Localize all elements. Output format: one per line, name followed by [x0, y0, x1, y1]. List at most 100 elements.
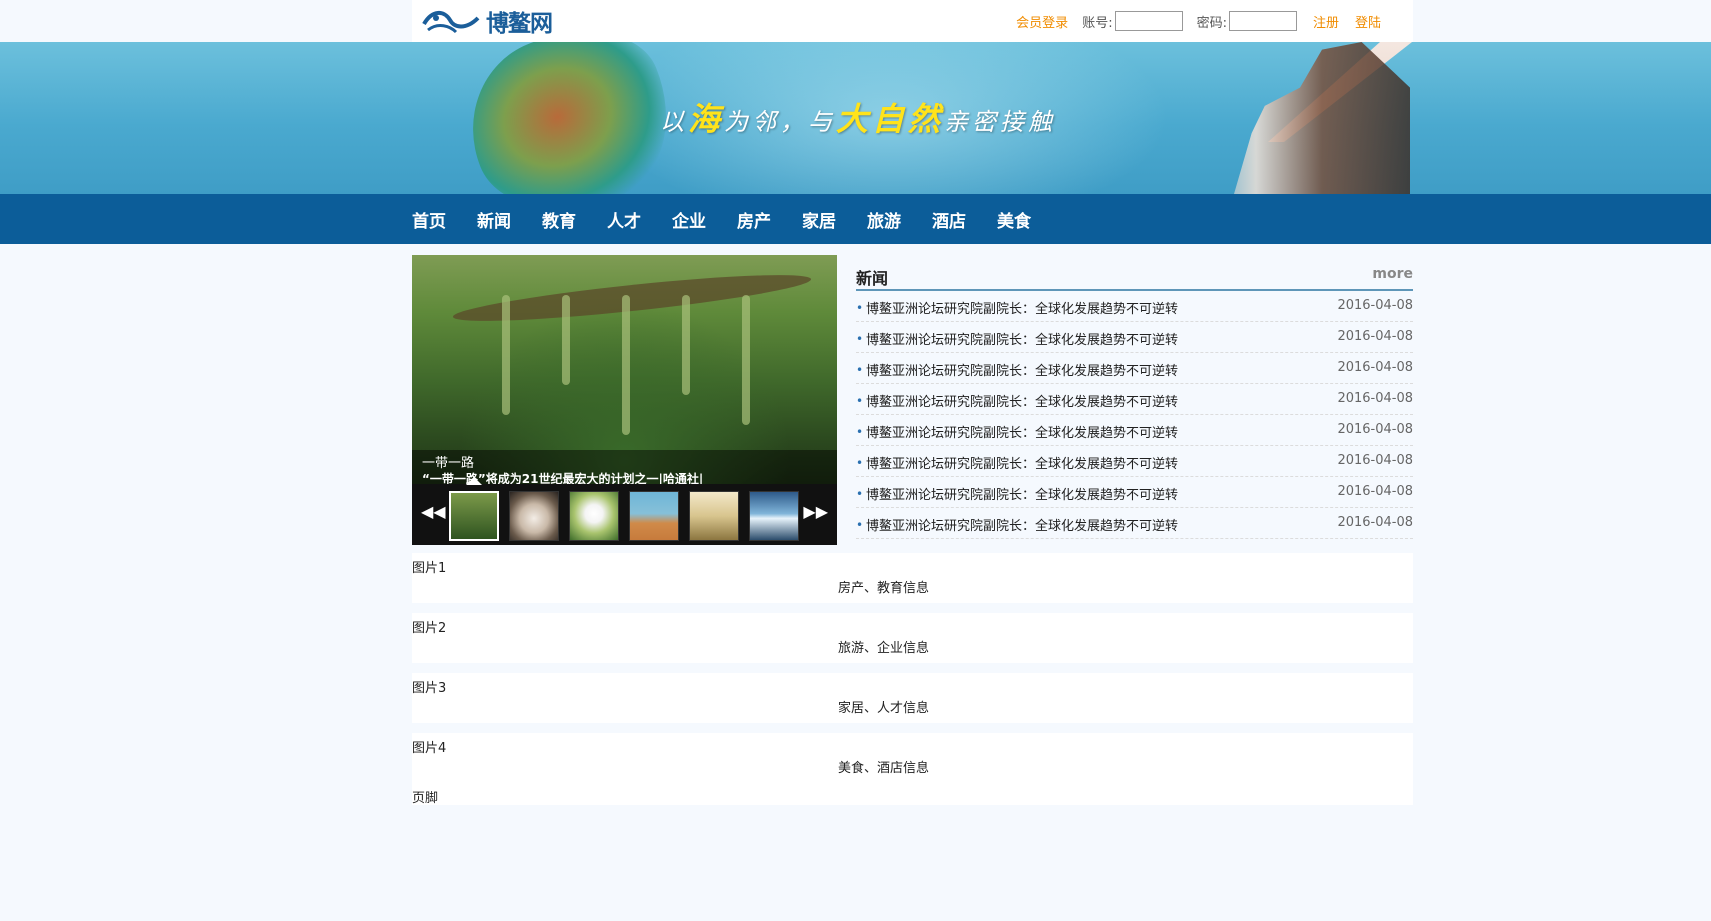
account-label: 账号: [1082, 15, 1113, 31]
news-more-link[interactable]: more [1372, 266, 1413, 282]
active-thumb-pointer [466, 477, 482, 485]
thumbnail-forest[interactable] [449, 491, 499, 541]
footer-text: 页脚 [412, 791, 439, 806]
news-header: 新闻 more [856, 255, 1413, 291]
register-link[interactable]: 注册 [1313, 12, 1339, 31]
slide-moss-shape [742, 295, 750, 425]
news-item[interactable]: • 博鳌亚洲论坛研究院副院长：全球化发展趋势不可逆转 2016-04-08 [856, 415, 1413, 446]
bullet-icon: • [856, 394, 864, 408]
nav-item-travel[interactable]: 旅游 [867, 207, 901, 232]
slogan-highlight-1: 海 [688, 100, 725, 138]
header: 博鳌网 会员登录 账号: 密码: 注册 登陆 [412, 0, 1413, 42]
news-item-title[interactable]: 博鳌亚洲论坛研究院副院长：全球化发展趋势不可逆转 [866, 453, 1178, 472]
slide-moss-shape [562, 295, 570, 385]
news-panel: 新闻 more • 博鳌亚洲论坛研究院副院长：全球化发展趋势不可逆转 2016-04… [856, 255, 1413, 539]
wave-logo-icon [422, 11, 480, 34]
news-item-title[interactable]: 博鳌亚洲论坛研究院副院长：全球化发展趋势不可逆转 [866, 298, 1178, 317]
slogan-highlight-2: 大自然 [836, 100, 945, 138]
news-item[interactable]: • 博鳌亚洲论坛研究院副院长：全球化发展趋势不可逆转 2016-04-08 [856, 446, 1413, 477]
info-label[interactable]: 美食、酒店信息 [838, 757, 929, 776]
login-link[interactable]: 登陆 [1355, 12, 1381, 31]
slider-prev-icon[interactable]: ◀◀ [421, 502, 446, 521]
slider-next-icon[interactable]: ▶▶ [803, 502, 828, 521]
info-block: 图片1 房产、教育信息 [412, 553, 1413, 603]
bullet-icon: • [856, 363, 864, 377]
nav-item-news[interactable]: 新闻 [477, 207, 511, 232]
image-placeholder: 图片4 [412, 741, 447, 756]
news-item-date: 2016-04-08 [1337, 298, 1413, 313]
nav-item-home[interactable]: 首页 [412, 207, 446, 232]
thumbnail-strip [449, 491, 809, 541]
nav-item-talent[interactable]: 人才 [607, 207, 641, 232]
news-item-date: 2016-04-08 [1337, 329, 1413, 344]
password-input[interactable] [1228, 11, 1297, 31]
news-item[interactable]: • 博鳌亚洲论坛研究院副院长：全球化发展趋势不可逆转 2016-04-08 [856, 353, 1413, 384]
nav-item-real-estate[interactable]: 房产 [737, 207, 771, 232]
news-item-date: 2016-04-08 [1337, 515, 1413, 530]
news-item-date: 2016-04-08 [1337, 453, 1413, 468]
hero-banner: 以海为邻，与大自然亲密接触 [0, 42, 1711, 194]
password-label: 密码: [1196, 15, 1227, 31]
slogan-part-1: 以 [660, 108, 688, 136]
site-logo[interactable]: 博鳌网 [422, 2, 553, 40]
nav-item-food[interactable]: 美食 [997, 207, 1031, 232]
news-item[interactable]: • 博鳌亚洲论坛研究院副院长：全球化发展趋势不可逆转 2016-04-08 [856, 477, 1413, 508]
banner-slogan: 以海为邻，与大自然亲密接触 [660, 94, 1056, 140]
news-item-date: 2016-04-08 [1337, 360, 1413, 375]
news-item-title[interactable]: 博鳌亚洲论坛研究院副院长：全球化发展趋势不可逆转 [866, 422, 1178, 441]
info-block: 图片2 旅游、企业信息 [412, 613, 1413, 663]
slide-moss-shape [622, 295, 630, 435]
slide-caption-title: 一带一路 [422, 456, 475, 471]
news-item-title[interactable]: 博鳌亚洲论坛研究院副院长：全球化发展趋势不可逆转 [866, 360, 1178, 379]
thumbnail-flower[interactable] [569, 491, 619, 541]
news-item[interactable]: • 博鳌亚洲论坛研究院副院长：全球化发展趋势不可逆转 2016-04-08 [856, 291, 1413, 322]
slogan-part-3: 亲密接触 [944, 108, 1057, 136]
slider-thumbnail-bar: ◀◀ ▶▶ [412, 477, 837, 545]
info-block: 图片3 家居、人才信息 [412, 673, 1413, 723]
banner-woman-graphic [1234, 42, 1410, 194]
bullet-icon: • [856, 456, 864, 470]
news-title: 新闻 [856, 269, 889, 288]
image-placeholder: 图片2 [412, 621, 447, 636]
news-item-title[interactable]: 博鳌亚洲论坛研究院副院长：全球化发展趋势不可逆转 [866, 329, 1178, 348]
logo-text: 博鳌网 [486, 11, 553, 37]
news-item-date: 2016-04-08 [1337, 484, 1413, 499]
news-item[interactable]: • 博鳌亚洲论坛研究院副院长：全球化发展趋势不可逆转 2016-04-08 [856, 384, 1413, 415]
main-nav: 首页 新闻 教育 人才 企业 房产 家居 旅游 酒店 美食 [0, 194, 1711, 244]
slide-moss-shape [502, 295, 510, 415]
bullet-icon: • [856, 425, 864, 439]
news-item[interactable]: • 博鳌亚洲论坛研究院副院长：全球化发展趋势不可逆转 2016-04-08 [856, 322, 1413, 353]
bullet-icon: • [856, 301, 864, 315]
nav-item-home-living[interactable]: 家居 [802, 207, 836, 232]
nav-item-hotel[interactable]: 酒店 [932, 207, 966, 232]
footer: 页脚 [412, 783, 1413, 806]
news-item-title[interactable]: 博鳌亚洲论坛研究院副院长：全球化发展趋势不可逆转 [866, 391, 1178, 410]
news-item-date: 2016-04-08 [1337, 391, 1413, 406]
info-block: 图片4 美食、酒店信息 [412, 733, 1413, 783]
news-item-title[interactable]: 博鳌亚洲论坛研究院副院长：全球化发展趋势不可逆转 [866, 515, 1178, 534]
slogan-part-2: 为邻，与 [724, 108, 837, 136]
nav-item-enterprise[interactable]: 企业 [672, 207, 706, 232]
info-label[interactable]: 房产、教育信息 [838, 577, 929, 596]
news-list: • 博鳌亚洲论坛研究院副院长：全球化发展趋势不可逆转 2016-04-08 • 博鳌亚… [856, 291, 1413, 539]
info-label[interactable]: 旅游、企业信息 [838, 637, 929, 656]
thumbnail-waterfall[interactable] [749, 491, 799, 541]
top-bar: 博鳌网 会员登录 账号: 密码: 注册 登陆 [412, 0, 1413, 42]
login-form: 会员登录 账号: 密码: 注册 登陆 [1016, 0, 1381, 42]
info-label[interactable]: 家居、人才信息 [838, 697, 929, 716]
image-placeholder: 图片3 [412, 681, 447, 696]
news-item-title[interactable]: 博鳌亚洲论坛研究院副院长：全球化发展趋势不可逆转 [866, 484, 1178, 503]
nav-item-education[interactable]: 教育 [542, 207, 576, 232]
image-slider[interactable]: 一带一路 “一带一路”将成为21世纪最宏大的计划之一|哈通社| ◀◀ ▶▶ [412, 255, 837, 545]
thumbnail-shell[interactable] [509, 491, 559, 541]
slide-moss-shape [682, 295, 690, 395]
thumbnail-beach[interactable] [629, 491, 679, 541]
member-login-label: 会员登录 [1016, 15, 1069, 31]
bullet-icon: • [856, 487, 864, 501]
news-item[interactable]: • 博鳌亚洲论坛研究院副院长：全球化发展趋势不可逆转 2016-04-08 [856, 508, 1413, 539]
image-placeholder: 图片1 [412, 561, 447, 576]
account-input[interactable] [1114, 11, 1183, 31]
news-item-date: 2016-04-08 [1337, 422, 1413, 437]
thumbnail-misty-forest[interactable] [689, 491, 739, 541]
bullet-icon: • [856, 332, 864, 346]
